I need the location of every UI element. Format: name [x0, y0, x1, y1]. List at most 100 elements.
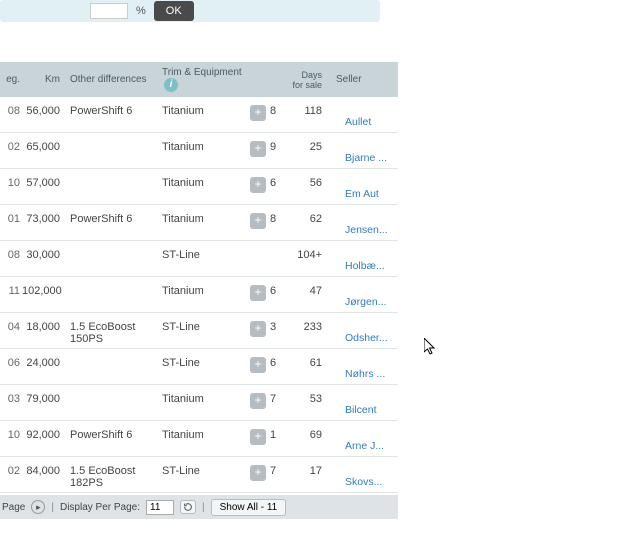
seller-link[interactable]: Nøhrs ...: [345, 368, 385, 380]
seller-link[interactable]: Arne J...: [345, 440, 384, 452]
col-days[interactable]: Days for sale: [290, 70, 326, 90]
cell-trim: ST-Line: [158, 321, 246, 333]
cell-km: 102,000: [22, 285, 66, 297]
cell-trim: Titanium: [158, 213, 246, 225]
sep2: |: [202, 502, 205, 513]
expand-button[interactable]: +: [246, 105, 270, 121]
cell-trim: ST-Line: [158, 465, 246, 477]
seller-link[interactable]: Bjarne ...: [345, 152, 387, 164]
table-header: eg. Km Other differences Trim & Equipmen…: [0, 62, 398, 97]
cell-trim: Titanium: [158, 141, 246, 153]
seller-link[interactable]: Skovs...: [345, 476, 382, 488]
show-all-button[interactable]: Show All - 11: [211, 499, 287, 516]
table-row[interactable]: 0418,0001.5 EcoBoost 150PSST-Line+3233Od…: [0, 313, 398, 349]
plus-icon: +: [250, 393, 266, 409]
plus-icon: +: [250, 429, 266, 445]
cell-reg: 11: [0, 285, 22, 297]
col-trim[interactable]: Trim & Equipment i: [158, 67, 246, 92]
table-row[interactable]: 0830,000ST-Line104+Holbæ...: [0, 241, 398, 277]
expand-button[interactable]: +: [246, 429, 270, 445]
ok-button[interactable]: OK: [154, 1, 194, 21]
table-row[interactable]: 0173,000PowerShift 6Titanium+862Jensen..…: [0, 205, 398, 241]
plus-icon: +: [250, 321, 266, 337]
seller-link[interactable]: Aullet: [345, 116, 371, 128]
expand-button[interactable]: +: [246, 465, 270, 481]
col-reg[interactable]: eg.: [0, 74, 22, 85]
next-page-icon[interactable]: ▸: [31, 500, 45, 514]
expand-button[interactable]: +: [246, 285, 270, 301]
seller-link[interactable]: Jørgen...: [345, 296, 386, 308]
cell-diff: PowerShift 6: [66, 105, 158, 117]
expand-button[interactable]: +: [246, 177, 270, 193]
cell-reg: 04: [0, 321, 22, 333]
cell-km: 79,000: [22, 393, 66, 405]
plus-icon: +: [250, 105, 266, 121]
cell-km: 18,000: [22, 321, 66, 333]
cell-count: 7: [270, 393, 290, 405]
table-row[interactable]: 0856,000PowerShift 6Titanium+8118Aullet: [0, 97, 398, 133]
cell-diff: PowerShift 6: [66, 429, 158, 441]
table-row[interactable]: 0265,000Titanium+925Bjarne ...: [0, 133, 398, 169]
cell-km: 84,000: [22, 465, 66, 477]
expand-button[interactable]: +: [246, 141, 270, 157]
cell-count: 3: [270, 321, 290, 333]
table-row[interactable]: 1092,000PowerShift 6Titanium+169Arne J..…: [0, 421, 398, 457]
cell-days: 25: [290, 141, 326, 153]
cell-trim: Titanium: [158, 285, 246, 297]
plus-icon: +: [250, 285, 266, 301]
expand-button[interactable]: +: [246, 357, 270, 373]
cell-diff: 1.5 EcoBoost 150PS: [66, 321, 158, 345]
seller-link[interactable]: Jensen...: [345, 224, 388, 236]
cell-count: 8: [270, 105, 290, 117]
expand-button[interactable]: +: [246, 213, 270, 229]
col-trim-label: Trim & Equipment: [162, 67, 242, 78]
table-row[interactable]: 0379,000 Titanium +753 Bilcent: [0, 385, 398, 421]
cell-km: 65,000: [22, 141, 66, 153]
sep: |: [51, 502, 54, 513]
table-row[interactable]: 0284,0001.5 EcoBoost 182PSST-Line+717Sko…: [0, 457, 398, 493]
cell-days: 53: [290, 393, 326, 405]
percent-symbol: %: [136, 5, 146, 17]
table-row[interactable]: 0624,000ST-Line+661Nøhrs ...: [0, 349, 398, 385]
table-row[interactable]: 1057,000Titanium+656Em Aut: [0, 169, 398, 205]
plus-icon: +: [250, 213, 266, 229]
cell-reg: 02: [0, 141, 22, 153]
cell-trim: ST-Line: [158, 357, 246, 369]
expand-button[interactable]: +: [246, 393, 270, 409]
cell-trim: Titanium: [158, 105, 246, 117]
cell-trim: Titanium: [158, 177, 246, 189]
results-table: eg. Km Other differences Trim & Equipmen…: [0, 62, 398, 493]
cell-count: 7: [270, 465, 290, 477]
seller-link[interactable]: Odsher...: [345, 332, 388, 344]
refresh-icon: [183, 502, 193, 512]
expand-button[interactable]: +: [246, 321, 270, 337]
cell-days: 61: [290, 357, 326, 369]
cell-trim: ST-Line: [158, 249, 246, 261]
cell-days: 118: [290, 105, 326, 117]
cell-km: 92,000: [22, 429, 66, 441]
cell-days: 17: [290, 465, 326, 477]
percent-input[interactable]: [90, 3, 128, 19]
pagination-bar: Page ▸ | Display Per Page: | Show All - …: [0, 495, 398, 519]
seller-link[interactable]: Bilcent: [345, 404, 377, 416]
col-km[interactable]: Km: [22, 74, 66, 85]
per-page-input[interactable]: [146, 500, 174, 515]
col-seller[interactable]: Seller: [326, 74, 386, 85]
plus-icon: +: [250, 141, 266, 157]
table-row[interactable]: 11102,000Titanium+647Jørgen...: [0, 277, 398, 313]
cell-trim: Titanium: [158, 393, 246, 405]
cell-count: 8: [270, 213, 290, 225]
refresh-button[interactable]: [180, 500, 196, 514]
col-diff[interactable]: Other differences: [66, 74, 158, 85]
seller-link[interactable]: Em Aut: [345, 188, 379, 200]
cell-reg: 03: [0, 393, 22, 405]
cell-reg: 06: [0, 357, 22, 369]
cell-km: 73,000: [22, 213, 66, 225]
cell-trim: Titanium: [158, 429, 246, 441]
cell-km: 24,000: [22, 357, 66, 369]
cell-reg: 02: [0, 465, 22, 477]
cell-count: 6: [270, 177, 290, 189]
info-icon[interactable]: i: [164, 78, 178, 92]
seller-link[interactable]: Holbæ...: [345, 260, 385, 272]
cell-reg: 10: [0, 177, 22, 189]
